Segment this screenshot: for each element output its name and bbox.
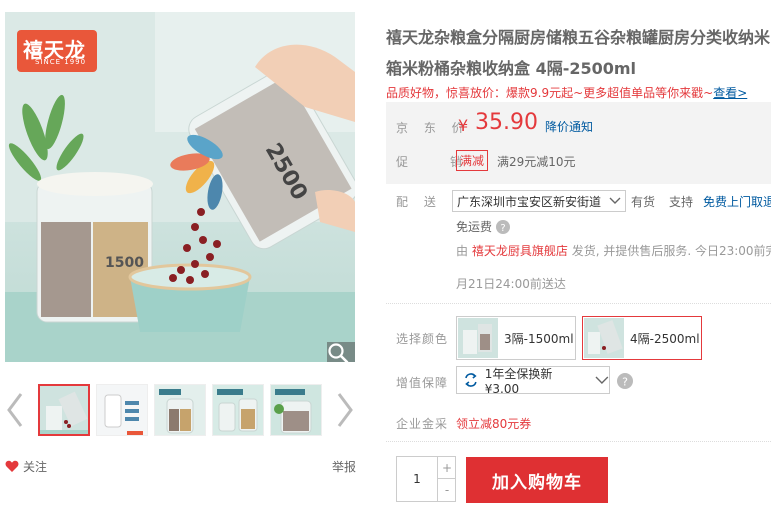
magnifier-icon — [328, 343, 349, 362]
quantity-stepper: + - — [396, 456, 456, 502]
help-icon[interactable]: ? — [617, 373, 633, 389]
free-pickup-link[interactable]: 免费上门取退 — [703, 193, 771, 210]
swap-icon — [465, 373, 477, 387]
chevron-left-icon[interactable] — [5, 392, 25, 428]
warranty-section: 增值保障 1年全保换新 ¥3.00 ? — [386, 366, 771, 396]
price-currency: ¥ — [458, 116, 469, 135]
brand-logo: 禧天龙 SINCE 1990 — [17, 30, 97, 72]
promo-banner: 品质好物，惊喜放价：爆款9.9元起~更多超值单品等你来戳~查看> — [386, 84, 747, 101]
seller-suffix: 发货, 并提供售后服务. 今日23:00前完 — [571, 244, 771, 258]
promotion-tag[interactable]: 满减 — [456, 150, 489, 171]
small-container-label: 1500 — [105, 255, 144, 271]
address-select[interactable]: 广东深圳市宝安区新安街道 — [452, 190, 626, 212]
price-value: 35.90 — [475, 110, 538, 135]
free-shipping-label: 免运费 — [456, 220, 493, 234]
help-icon[interactable]: ? — [496, 219, 511, 234]
promo-text: 品质好物，惊喜放价：爆款9.9元起~更多超值单品等你来戳~ — [386, 86, 714, 100]
thumbnail-5[interactable] — [270, 384, 322, 436]
divider — [386, 303, 771, 304]
corporate-coupon-link[interactable]: 领立减80元券 — [456, 415, 531, 432]
chevron-down-icon — [609, 197, 621, 204]
follow-label: 关注 — [23, 460, 48, 474]
variant-option-2500ml[interactable]: 4隔-2500ml — [582, 316, 702, 360]
thumbnail-1[interactable] — [38, 384, 90, 436]
variant-option-1500ml[interactable]: 3隔-1500ml — [456, 316, 576, 360]
svg-text:?: ? — [622, 376, 628, 389]
variant-thumbnail — [458, 318, 498, 358]
chevron-right-icon[interactable] — [335, 392, 355, 428]
seller-prefix: 由 — [456, 244, 469, 258]
support-label: 支持 — [669, 195, 694, 209]
stock-status: 有货 — [631, 195, 656, 209]
brand-logo-sub: SINCE 1990 — [35, 58, 87, 66]
divider — [386, 441, 771, 442]
thumbnail-2[interactable] — [96, 384, 148, 436]
thumbnail-image — [271, 385, 321, 435]
follow-button[interactable]: 关注 — [5, 458, 47, 475]
report-link[interactable]: 举报 — [332, 458, 356, 475]
seller-info: 由 禧天龙厨具旗舰店 发货, 并提供售后服务. 今日23:00前完 — [456, 242, 771, 259]
chevron-down-icon — [595, 376, 609, 384]
promotion-text: 满29元减10元 — [497, 155, 576, 169]
thumbnail-image — [97, 385, 147, 435]
store-link[interactable]: 禧天龙厨具旗舰店 — [472, 244, 568, 258]
color-label: 选择颜色 — [396, 332, 449, 346]
add-to-cart-button[interactable]: 加入购物车 — [466, 457, 608, 503]
warranty-option: 1年全保换新 ¥3.00 — [484, 366, 553, 396]
color-selector: 选择颜色 3隔-1500ml 4隔-2500ml — [386, 316, 771, 360]
thumbnail-4[interactable] — [212, 384, 264, 436]
address-value: 广东深圳市宝安区新安街道 — [457, 195, 602, 209]
variant-thumbnail — [584, 318, 624, 358]
thumbnail-strip — [5, 380, 360, 440]
variant-label: 3隔-1500ml — [504, 331, 574, 346]
price-alert-link[interactable]: 降价通知 — [545, 118, 593, 135]
svg-text:?: ? — [500, 223, 505, 234]
free-shipping: 免运费 ? — [456, 218, 511, 235]
quantity-increase-button[interactable]: + — [437, 457, 456, 479]
thumbnail-image — [213, 385, 263, 435]
variant-label: 4隔-2500ml — [630, 331, 700, 346]
main-product-image[interactable]: 1500 2500 禧天龙 SINCE 1990 — [5, 12, 355, 362]
heart-icon — [5, 460, 19, 472]
warranty-label: 增值保障 — [396, 376, 449, 390]
promo-view-link[interactable]: 查看> — [713, 86, 747, 100]
quantity-decrease-button[interactable]: - — [437, 479, 456, 501]
delivery-estimate: 月21日24:00前送达 — [456, 277, 566, 291]
corporate-label: 企业金采 — [396, 417, 449, 431]
price-panel: 京 东 价 ¥ 35.90 降价通知 促 销 满减 满29元减10元 — [386, 102, 771, 184]
thumbnail-image — [40, 386, 88, 434]
product-title: 禧天龙杂粮盒分隔厨房储粮五谷杂粮罐厨房分类收纳米箱米粉桶杂粮收纳盒 4隔-250… — [386, 28, 771, 78]
quantity-input[interactable] — [397, 457, 437, 501]
thumbnail-3[interactable] — [154, 384, 206, 436]
thumbnail-image — [155, 385, 205, 435]
warranty-select[interactable]: 1年全保换新 ¥3.00 — [456, 366, 610, 396]
zoom-button[interactable] — [327, 342, 355, 362]
shipping-section: 配 送 至 广东深圳市宝安区新安街道 有货 支持 免费上门取退 免运费 ? 由 … — [386, 190, 771, 291]
